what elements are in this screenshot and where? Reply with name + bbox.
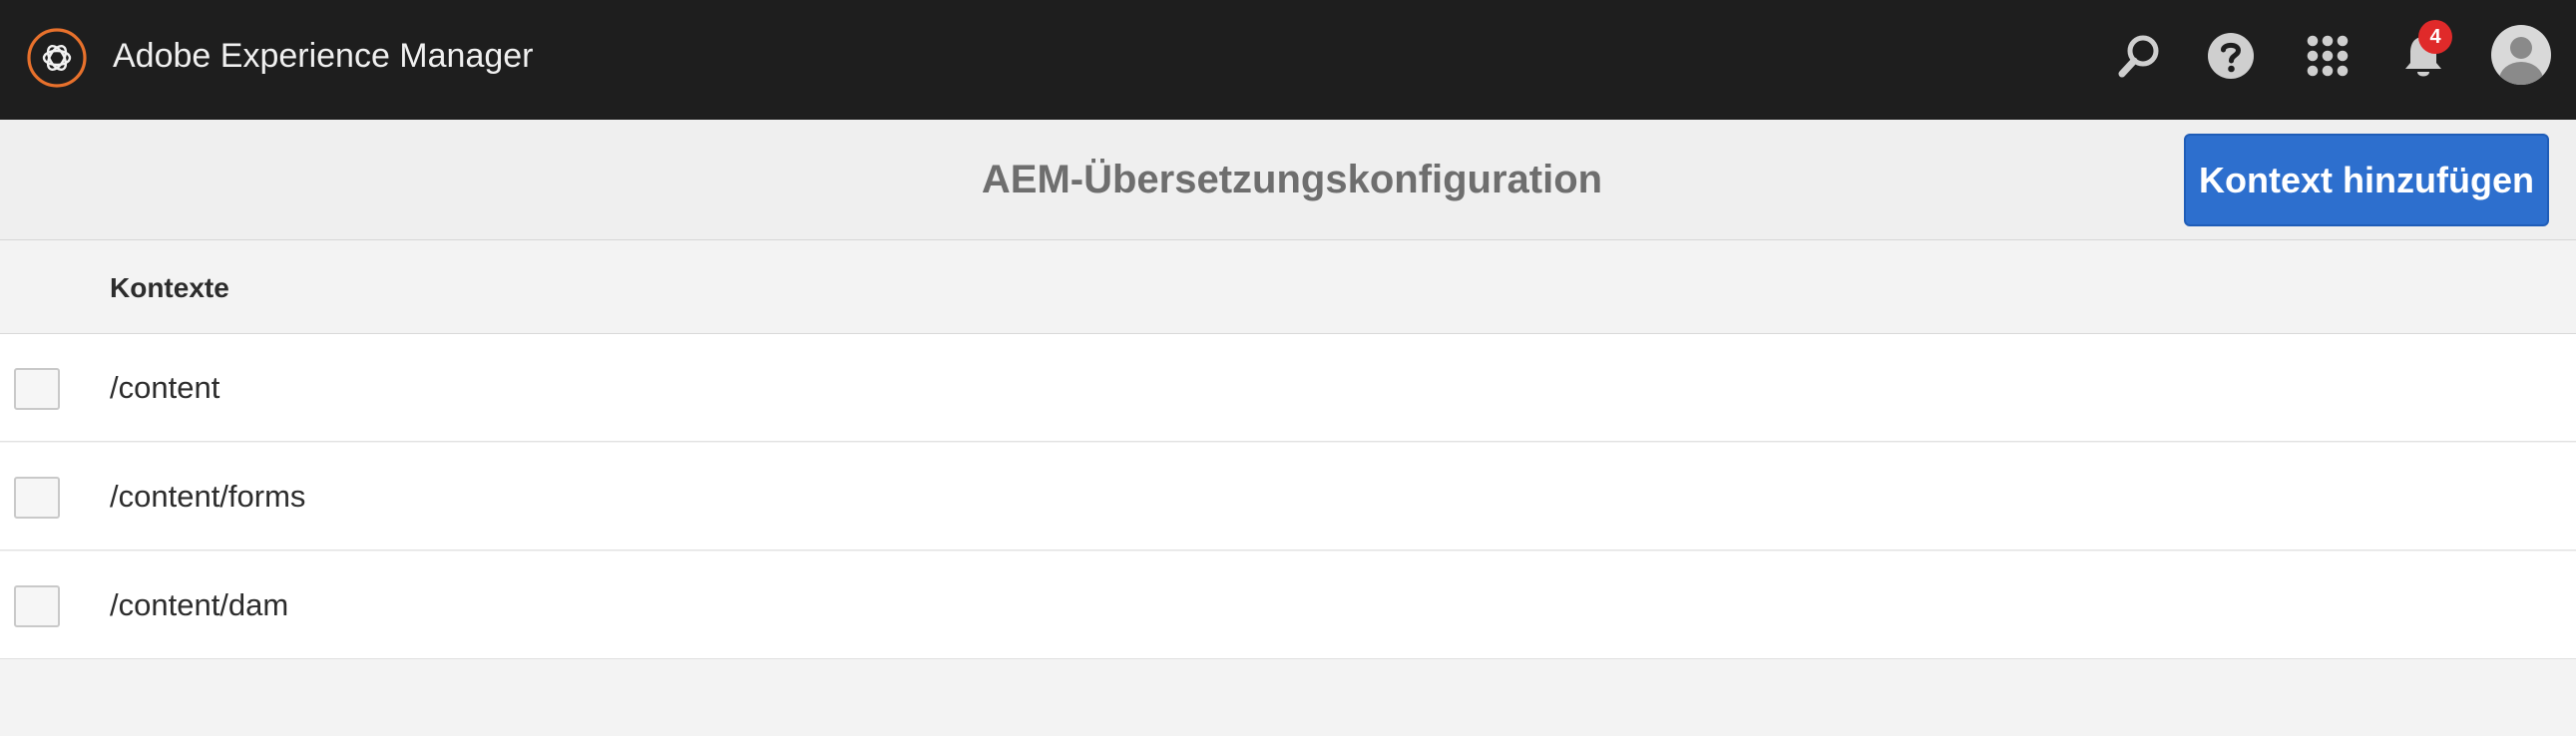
- shell-header: Adobe Experience Manager 4: [0, 0, 2576, 120]
- search-icon[interactable]: [2111, 28, 2167, 84]
- user-avatar[interactable]: [2490, 24, 2552, 86]
- app-title[interactable]: Adobe Experience Manager: [113, 0, 534, 113]
- notification-count-badge: 4: [2418, 20, 2452, 54]
- table-row[interactable]: /content/dam: [0, 552, 2576, 659]
- help-icon[interactable]: [2203, 28, 2259, 84]
- row-checkbox[interactable]: [14, 477, 60, 519]
- aem-logo-icon[interactable]: [26, 27, 88, 89]
- column-header-contexts[interactable]: Kontexte: [110, 241, 229, 334]
- action-bar: AEM-Übersetzungskonfiguration Kontext hi…: [0, 120, 2576, 240]
- add-context-button[interactable]: Kontext hinzufügen: [2184, 134, 2549, 226]
- row-checkbox[interactable]: [14, 585, 60, 627]
- row-checkbox[interactable]: [14, 368, 60, 410]
- solutions-grid-icon[interactable]: [2300, 28, 2356, 84]
- table-header-row: Kontexte: [0, 241, 2576, 334]
- table-row[interactable]: /content: [0, 334, 2576, 442]
- table-row[interactable]: /content/forms: [0, 443, 2576, 551]
- context-path-cell: /content: [110, 370, 220, 405]
- context-path-cell: /content/forms: [110, 479, 306, 514]
- context-path-cell: /content/dam: [110, 587, 289, 622]
